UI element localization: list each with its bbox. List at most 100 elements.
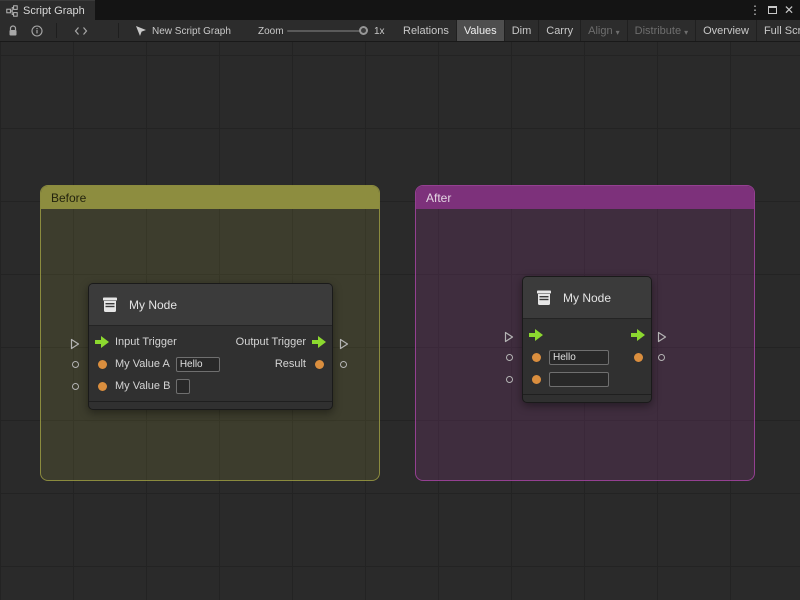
triangle-port-icon (70, 338, 80, 350)
value-a-port-row (523, 346, 651, 368)
align-label: Align (588, 25, 612, 37)
trigger-out-icon (631, 329, 645, 341)
node-title: My Node (129, 298, 177, 312)
chevron-down-icon: ▾ (616, 28, 620, 37)
group-before-title: Before (51, 191, 86, 205)
my-node-before[interactable]: My Node Input Trigger Output Trigger (88, 283, 333, 410)
my-node-icon (534, 288, 554, 308)
node-ports (523, 319, 651, 402)
my-value-b-label: My Value B (115, 380, 170, 392)
value-port-icon (98, 382, 107, 391)
dim-button[interactable]: Dim (505, 20, 540, 42)
my-value-a-input[interactable] (176, 357, 220, 372)
node-title: My Node (563, 291, 611, 305)
distribute-dropdown[interactable]: Distribute ▾ (628, 20, 696, 42)
input-trigger-port[interactable] (529, 329, 543, 341)
result-label: Result (275, 358, 306, 370)
my-node-after[interactable]: My Node (522, 276, 652, 403)
my-node-icon (100, 295, 120, 315)
tab-bar: Script Graph ⋮ ✕ (0, 0, 800, 20)
value-b-port-row: My Value B (89, 375, 332, 397)
window-controls: ⋮ ✕ (749, 0, 798, 20)
external-result-port[interactable] (340, 361, 347, 368)
trigger-out-icon (312, 336, 326, 348)
zoom-slider[interactable] (287, 30, 367, 32)
close-icon[interactable]: ✕ (784, 0, 794, 20)
maximize-icon[interactable] (768, 0, 777, 20)
my-value-a-port[interactable] (95, 360, 109, 369)
code-toggle-icon[interactable] (70, 20, 92, 42)
node-footer (523, 394, 651, 402)
external-trigger-out-port[interactable] (657, 330, 667, 348)
my-value-a-label: My Value A (115, 358, 170, 370)
my-value-a-input[interactable] (549, 350, 609, 365)
script-graph-icon (6, 5, 18, 17)
graph-toolbar: New Script Graph Zoom 1x Relations Value… (0, 20, 800, 42)
result-port[interactable] (631, 353, 645, 362)
external-trigger-out-port[interactable] (339, 337, 349, 355)
distribute-label: Distribute (635, 25, 681, 37)
overview-button[interactable]: Overview (696, 20, 757, 42)
toolbar-divider (118, 23, 119, 38)
value-port-icon (98, 360, 107, 369)
tab-script-graph[interactable]: Script Graph (0, 0, 95, 20)
node-footer (89, 401, 332, 409)
external-trigger-in-port[interactable] (504, 330, 514, 348)
trigger-in-icon (95, 336, 109, 348)
my-value-b-port[interactable] (95, 382, 109, 391)
value-b-port-row (523, 368, 651, 390)
trigger-port-row (523, 324, 651, 346)
input-trigger-port[interactable] (95, 336, 109, 348)
trigger-port-row: Input Trigger Output Trigger (89, 331, 332, 353)
maximize-box-glyph (768, 6, 777, 14)
my-value-a-port[interactable] (529, 353, 543, 362)
graph-canvas[interactable]: Before After My Node (0, 42, 800, 600)
carry-button[interactable]: Carry (539, 20, 581, 42)
zoom-slider-handle[interactable] (359, 26, 368, 35)
new-script-graph-icon (130, 20, 152, 42)
info-icon[interactable] (26, 20, 48, 42)
output-trigger-label: Output Trigger (236, 336, 306, 348)
lock-icon[interactable] (2, 20, 24, 42)
align-dropdown[interactable]: Align ▾ (581, 20, 627, 42)
menu-icon[interactable]: ⋮ (749, 0, 761, 20)
group-after-header[interactable]: After (416, 186, 754, 209)
my-value-b-input[interactable] (176, 379, 190, 394)
value-a-port-row: My Value A Result (89, 353, 332, 375)
output-trigger-port[interactable] (631, 329, 645, 341)
toolbar-button-group: Relations Values Dim Carry Align ▾ Distr… (396, 20, 800, 42)
node-header[interactable]: My Node (89, 284, 332, 326)
triangle-port-icon (339, 338, 349, 350)
input-trigger-label: Input Trigger (115, 336, 177, 348)
value-port-icon (315, 360, 324, 369)
group-after-title: After (426, 191, 451, 205)
external-value-a-port[interactable] (72, 361, 79, 368)
values-button[interactable]: Values (457, 20, 505, 42)
node-header[interactable]: My Node (523, 277, 651, 319)
zoom-label: Zoom (258, 20, 284, 42)
triangle-port-icon (504, 331, 514, 343)
result-port[interactable] (312, 360, 326, 369)
external-value-b-port[interactable] (506, 376, 513, 383)
group-before-header[interactable]: Before (41, 186, 379, 209)
external-value-a-port[interactable] (506, 354, 513, 361)
value-port-icon (532, 353, 541, 362)
zoom-value: 1x (374, 20, 385, 42)
output-trigger-port[interactable] (312, 336, 326, 348)
tab-title: Script Graph (23, 5, 85, 17)
toolbar-divider (56, 23, 57, 38)
fullscreen-button[interactable]: Full Scr (757, 20, 800, 42)
external-trigger-in-port[interactable] (70, 337, 80, 355)
new-script-graph-label[interactable]: New Script Graph (152, 20, 231, 42)
my-value-b-input[interactable] (549, 372, 609, 387)
trigger-in-icon (529, 329, 543, 341)
node-ports: Input Trigger Output Trigger My Value A … (89, 326, 332, 409)
script-graph-window: Script Graph ⋮ ✕ (0, 0, 800, 600)
relations-button[interactable]: Relations (396, 20, 457, 42)
value-port-icon (532, 375, 541, 384)
chevron-down-icon: ▾ (684, 28, 688, 37)
value-port-icon (634, 353, 643, 362)
my-value-b-port[interactable] (529, 375, 543, 384)
external-result-port[interactable] (658, 354, 665, 361)
external-value-b-port[interactable] (72, 383, 79, 390)
